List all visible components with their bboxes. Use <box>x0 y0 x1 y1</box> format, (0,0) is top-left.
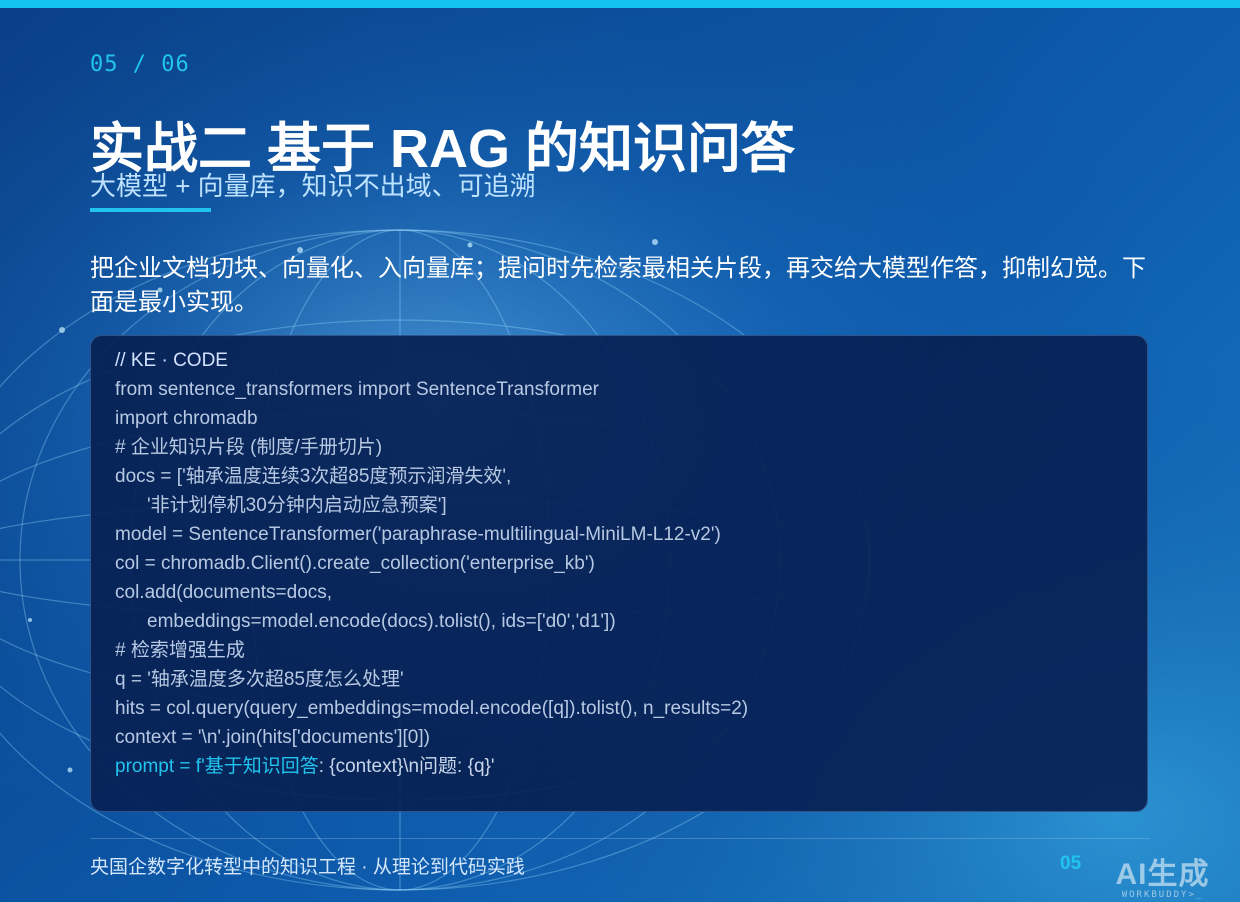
code-line: import chromadb <box>115 408 258 429</box>
ai-generated-watermark: AI生成 WORKBUDDY>_ <box>1095 858 1230 901</box>
code-line: embeddings=model.encode(docs).tolist(), … <box>147 611 616 632</box>
code-line: q = '轴承温度多次超85度怎么处理' <box>115 669 404 690</box>
code-block-label: // KE · CODE <box>115 350 228 371</box>
page-subtitle: 大模型 + 向量库，知识不出域、可追溯 <box>90 171 536 201</box>
code-line-highlighted: prompt = f'基于知识回答: {context}\n问题: {q}' <box>115 752 1147 781</box>
page-indicator: 05 / 06 <box>90 52 190 77</box>
code-line: from sentence_transformers import Senten… <box>115 379 599 400</box>
code-highlight-rest: : {context}\n问题: {q}' <box>318 756 495 777</box>
code-highlight-part: prompt = f'基于知识回答 <box>115 756 319 777</box>
code-line: # 企业知识片段 (制度/手册切片) <box>115 437 383 458</box>
watermark-sub: WORKBUDDY>_ <box>1121 890 1204 900</box>
code-line: # 检索增强生成 <box>115 640 245 661</box>
code-line: docs = ['轴承温度连续3次超85度预示润滑失效', <box>115 466 512 487</box>
code-line: context = '\n'.join(hits['documents'][0]… <box>115 727 430 748</box>
footer-page-number: 05 <box>1060 853 1082 874</box>
code-line: col.add(documents=docs, <box>115 582 333 603</box>
footer-divider <box>90 838 1150 839</box>
code-line: hits = col.query(query_embeddings=model.… <box>115 698 749 719</box>
watermark-main: AI生成 <box>1115 858 1210 891</box>
lead-paragraph: 把企业文档切块、向量化、入向量库；提问时先检索最相关片段，再交给大模型作答，抑制… <box>90 255 1146 316</box>
subtitle-underline <box>90 208 211 212</box>
code-line: col = chromadb.Client().create_collectio… <box>115 553 595 574</box>
code-block: // KE · CODE from sentence_transformers … <box>90 335 1148 812</box>
code-line: model = SentenceTransformer('paraphrase-… <box>115 524 721 545</box>
top-accent-bar <box>0 0 1240 8</box>
code-line: '非计划停机30分钟内启动应急预案'] <box>147 495 447 516</box>
footer-caption: 央国企数字化转型中的知识工程 · 从理论到代码实践 <box>90 857 525 878</box>
